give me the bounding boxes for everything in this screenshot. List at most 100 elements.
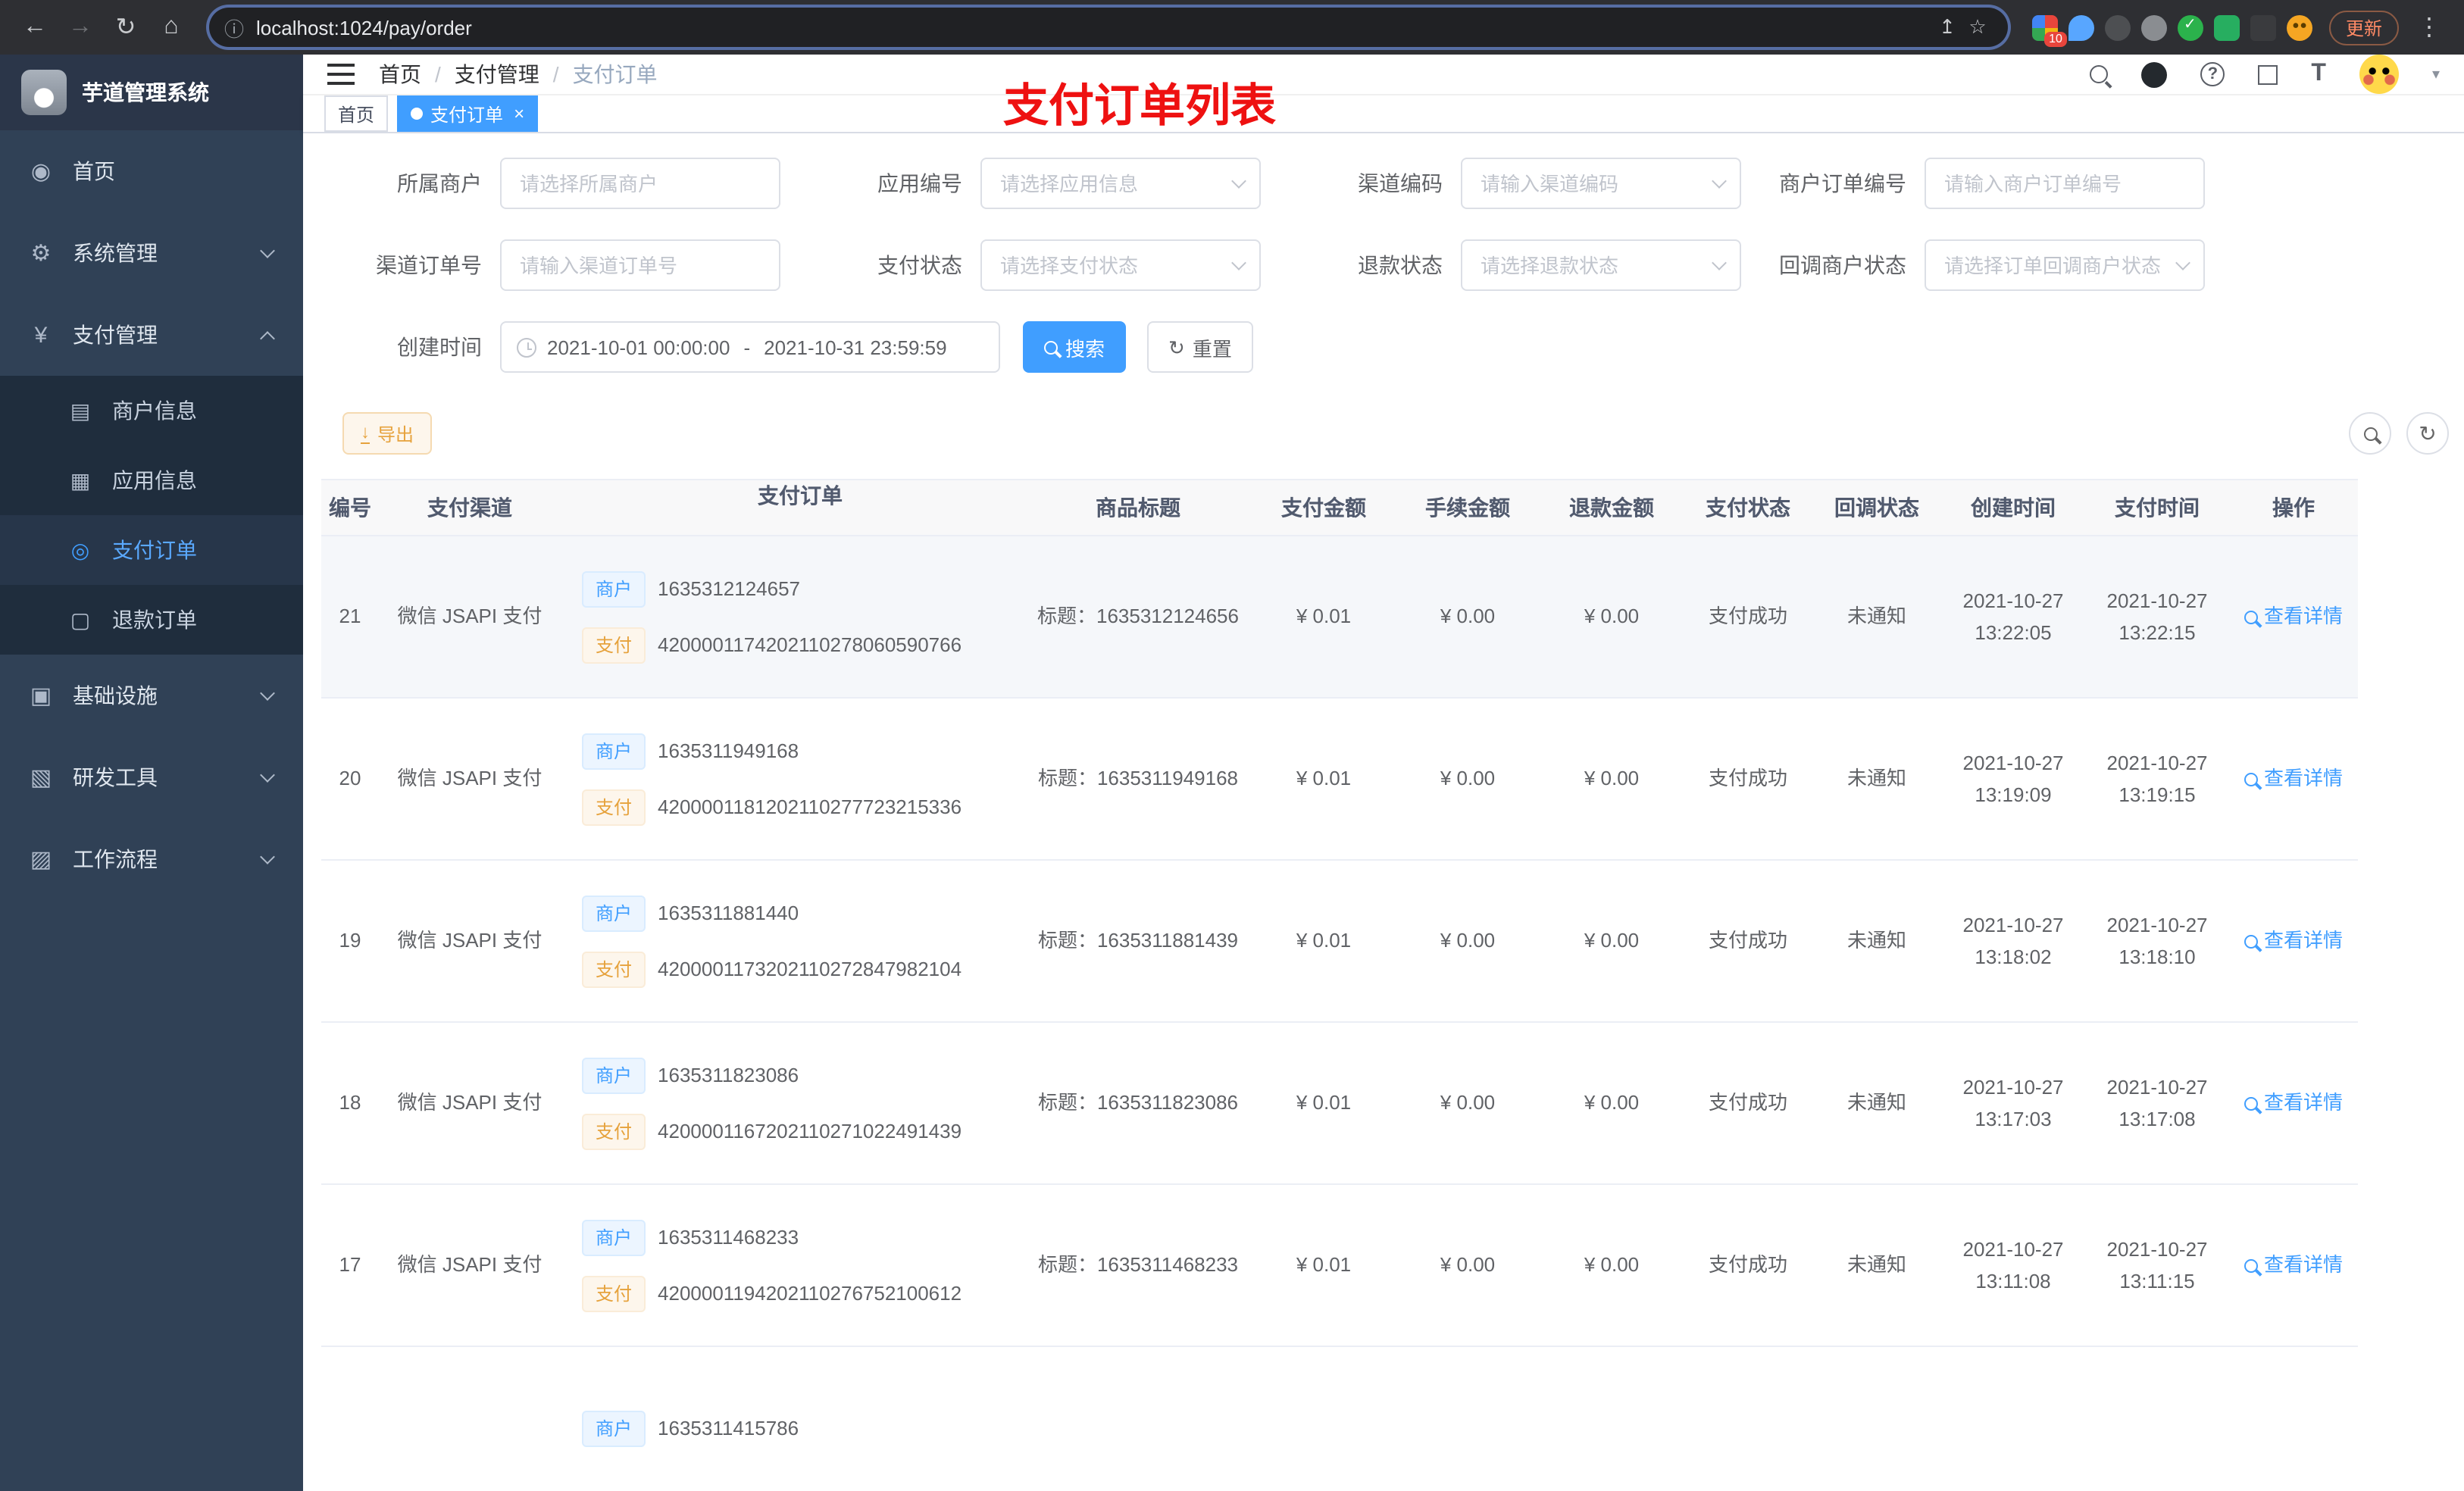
fullscreen-icon[interactable] <box>2258 64 2278 84</box>
column-header-create-time[interactable]: 创建时间 <box>1941 480 2085 535</box>
app-grid-icon: ▦ <box>70 467 91 492</box>
search-button[interactable]: 搜索 <box>1023 321 1127 373</box>
sidebar-item-pay-order[interactable]: ◎ 支付订单 <box>0 515 303 585</box>
column-header-channel[interactable]: 支付渠道 <box>379 480 561 535</box>
create-time-cell: 2021-10-27 13:19:09 <box>1962 751 2064 806</box>
browser-toolbar: ← → ↻ ⌂ ⓘ localhost:1024/pay/order ↥ ☆ 1… <box>0 0 2464 55</box>
close-icon[interactable]: × <box>514 103 524 124</box>
fee-amount-cell: ¥ 0.00 <box>1440 1091 1496 1114</box>
share-icon[interactable]: ↥ <box>1932 8 1962 47</box>
refresh-table-button[interactable]: ↻ <box>2406 412 2449 455</box>
column-header-action[interactable]: 操作 <box>2229 480 2358 535</box>
extension-icon[interactable]: 10 <box>2031 14 2067 46</box>
table-row[interactable]: 20 微信 JSAPI 支付 商户 1635311949168 支付 4200001181… <box>321 699 2358 861</box>
bookmark-star-icon[interactable]: ☆ <box>1962 8 1993 47</box>
column-header-refund-amount[interactable]: 退款金额 <box>1540 480 1684 535</box>
column-header-pay-status[interactable]: 支付状态 <box>1684 480 1812 535</box>
search-icon[interactable] <box>2090 65 2109 83</box>
view-detail-link[interactable]: 查看详情 <box>2244 925 2343 958</box>
app-logo[interactable]: 芋道管理系统 <box>0 55 303 130</box>
sidebar-item-workflow[interactable]: ▨ 工作流程 <box>0 818 303 900</box>
table-body: 21 微信 JSAPI 支付 商户 1635312124657 支付 4200001174… <box>321 536 2358 1491</box>
magnifier-icon <box>2244 610 2258 624</box>
extension-icon[interactable] <box>2068 14 2094 40</box>
merchant-tag: 商户 <box>582 570 646 607</box>
extension-icon[interactable] <box>2213 14 2240 40</box>
sidebar-item-app-info[interactable]: ▦ 应用信息 <box>0 445 303 515</box>
export-button[interactable]: ↓ 导出 <box>342 412 433 455</box>
table-row[interactable]: 17 微信 JSAPI 支付 商户 1635311468233 支付 4200001194… <box>321 1185 2358 1347</box>
create-time-range-picker[interactable]: 2021-10-01 00:00:00 - 2021-10-31 23:59:5… <box>500 321 1000 373</box>
merchant-order-no-field[interactable] <box>1925 158 2205 209</box>
fee-amount-cell: ¥ 0.00 <box>1440 605 1496 628</box>
more-menu-icon[interactable]: ⋮ <box>2409 8 2449 47</box>
github-icon[interactable] <box>2141 61 2168 87</box>
sidebar-item-infrastructure[interactable]: ▣ 基础设施 <box>0 655 303 736</box>
magnifier-icon <box>2244 1258 2258 1272</box>
sidebar-item-refund-order[interactable]: ▢ 退款订单 <box>0 585 303 655</box>
tab-home[interactable]: 首页 <box>324 95 389 132</box>
chevron-down-icon <box>260 767 275 783</box>
top-navbar: 首页 / 支付管理 / 支付订单 支付订单列表 ? T ▾ <box>303 55 2464 132</box>
forward-icon[interactable]: → <box>61 8 100 47</box>
sidebar-item-label: 商户信息 <box>112 399 197 423</box>
column-header-notify-status[interactable]: 回调状态 <box>1812 480 1941 535</box>
breadcrumb: 首页 / 支付管理 / 支付订单 <box>379 59 658 89</box>
page-title-annotation: 支付订单列表 <box>1003 82 1276 132</box>
profile-avatar-icon[interactable] <box>2286 14 2312 40</box>
browser-update-button[interactable]: 更新 <box>2328 10 2399 45</box>
breadcrumb-home[interactable]: 首页 <box>379 59 421 89</box>
column-header-pay-amount[interactable]: 支付金额 <box>1252 480 1396 535</box>
pin-extension-icon[interactable] <box>2250 14 2276 40</box>
fee-amount-cell: ¥ 0.00 <box>1440 929 1496 952</box>
chevron-down-icon <box>260 849 275 864</box>
column-header-id[interactable]: 编号 <box>321 480 379 535</box>
extension-icon[interactable] <box>2177 14 2203 40</box>
sidebar-item-label: 首页 <box>73 159 115 183</box>
view-detail-link[interactable]: 查看详情 <box>2244 601 2343 633</box>
user-avatar[interactable] <box>2359 55 2399 94</box>
table-row[interactable]: 19 微信 JSAPI 支付 商户 1635311881440 支付 4200001173… <box>321 861 2358 1023</box>
view-detail-link[interactable]: 查看详情 <box>2244 1249 2343 1282</box>
notify-status-select[interactable] <box>1925 239 2205 291</box>
help-icon[interactable]: ? <box>2200 62 2225 86</box>
home-icon[interactable]: ⌂ <box>152 8 191 47</box>
notify-status-cell: 未通知 <box>1846 1253 1906 1277</box>
extension-icon[interactable] <box>2140 14 2167 40</box>
refund-amount-cell: ¥ 0.00 <box>1584 929 1640 952</box>
table-row[interactable]: 18 微信 JSAPI 支付 商户 1635311823086 支付 4200001167… <box>321 1023 2358 1185</box>
site-info-icon[interactable]: ⓘ <box>224 13 244 42</box>
reset-button[interactable]: ↻ 重置 <box>1147 321 1253 373</box>
column-header-title[interactable]: 商品标题 <box>1024 480 1252 535</box>
table-row[interactable]: 商户 1635311415786 <box>321 1347 2358 1491</box>
action-cell: 查看详情 <box>2229 1087 2358 1120</box>
hamburger-icon[interactable] <box>327 64 355 85</box>
merchant-tag: 商户 <box>582 1219 646 1255</box>
tab-pay-order[interactable]: 支付订单 × <box>397 95 539 132</box>
action-cell: 查看详情 <box>2229 601 2358 633</box>
font-size-icon[interactable]: T <box>2311 61 2326 88</box>
toggle-search-button[interactable] <box>2349 412 2391 455</box>
sidebar-item-merchant-info[interactable]: ▤ 商户信息 <box>0 376 303 445</box>
column-header-pay-time[interactable]: 支付时间 <box>2085 480 2229 535</box>
view-detail-link[interactable]: 查看详情 <box>2244 763 2343 796</box>
column-header-fee-amount[interactable]: 手续金额 <box>1396 480 1540 535</box>
refund-amount-cell: ¥ 0.00 <box>1584 1091 1640 1114</box>
url-text: localhost:1024/pay/order <box>256 16 472 39</box>
merchant-order-no: 1635311468233 <box>658 1225 799 1249</box>
merchant-order-no-input[interactable] <box>1925 158 2205 209</box>
avatar-caret-icon[interactable]: ▾ <box>2432 66 2440 83</box>
reload-icon[interactable]: ↻ <box>106 8 145 47</box>
table-row[interactable]: 21 微信 JSAPI 支付 商户 1635312124657 支付 4200001174… <box>321 536 2358 699</box>
merchant-order-no: 1635311415786 <box>658 1416 799 1439</box>
view-detail-link[interactable]: 查看详情 <box>2244 1087 2343 1120</box>
workflow-icon: ▨ <box>30 847 52 873</box>
back-icon[interactable]: ← <box>15 8 55 47</box>
column-header-order[interactable]: 支付订单 <box>561 480 1024 535</box>
breadcrumb-payment[interactable]: 支付管理 <box>455 59 539 89</box>
extension-icon[interactable] <box>2104 14 2131 40</box>
notify-status-input[interactable] <box>1925 239 2205 291</box>
merchant-tag: 商户 <box>582 895 646 931</box>
address-bar[interactable]: ⓘ localhost:1024/pay/order ↥ ☆ <box>209 8 2008 47</box>
sidebar-item-devtools[interactable]: ▧ 研发工具 <box>0 736 303 818</box>
